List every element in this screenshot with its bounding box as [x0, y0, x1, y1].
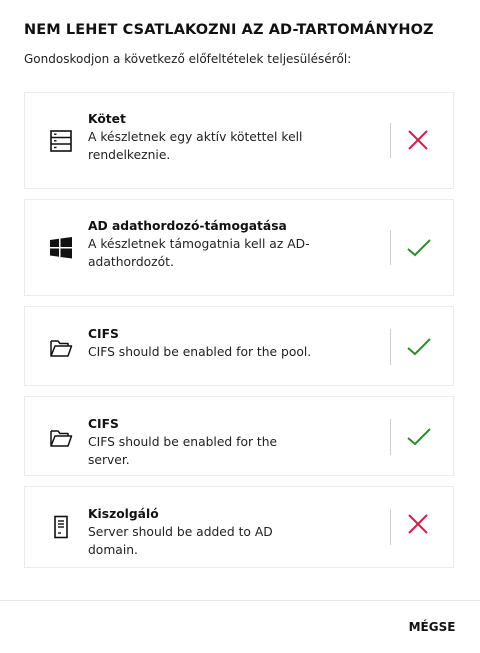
separator: [390, 329, 391, 365]
prerequisite-description: CIFS should be enabled for the pool.: [88, 345, 312, 359]
prerequisite-name: CIFS: [88, 327, 119, 341]
fail-icon: [407, 129, 429, 151]
pass-icon: [407, 336, 431, 358]
pass-icon: [407, 237, 431, 259]
cancel-button[interactable]: MÉGSE: [398, 614, 466, 640]
dialog-title: NEM LEHET CSATLAKOZNI AZ AD-TARTOMÁNYHOZ: [24, 22, 434, 38]
prerequisite-list: Kötet A készletnek egy aktív kötettel ke…: [24, 92, 456, 568]
dialog-subtitle: Gondoskodjon a következő előfeltételek t…: [24, 52, 352, 66]
prerequisite-name: Kötet: [88, 112, 126, 126]
dialog: NEM LEHET CSATLAKOZNI AZ AD-TARTOMÁNYHOZ…: [0, 0, 480, 653]
fail-icon: [407, 513, 429, 535]
server-icon: [49, 515, 73, 539]
prerequisite-description: A készletnek egy aktív kötettel kell ren…: [88, 130, 303, 162]
prerequisite-name: CIFS: [88, 417, 119, 431]
prerequisite-description: A készletnek támogatnia kell az AD-adath…: [88, 237, 310, 269]
separator: [390, 509, 391, 545]
prerequisite-name: AD adathordozó-támogatása: [88, 219, 287, 233]
prerequisite-name: Kiszolgáló: [88, 507, 159, 521]
separator: [390, 419, 391, 455]
volume-icon: [49, 129, 73, 153]
prerequisite-card: Kiszolgáló Server should be added to AD …: [24, 486, 454, 568]
footer-divider: [0, 600, 480, 601]
folder-icon: [49, 426, 73, 450]
prerequisite-card: Kötet A készletnek egy aktív kötettel ke…: [24, 92, 454, 189]
windows-icon: [49, 236, 73, 260]
prerequisite-description: CIFS should be enabled for the server.: [88, 435, 278, 467]
folder-icon: [49, 336, 73, 360]
pass-icon: [407, 426, 431, 448]
prerequisite-card: CIFS CIFS should be enabled for the serv…: [24, 396, 454, 476]
prerequisite-card: CIFS CIFS should be enabled for the pool…: [24, 306, 454, 386]
separator: [390, 123, 391, 158]
prerequisite-card: AD adathordozó-támogatása A készletnek t…: [24, 199, 454, 296]
separator: [390, 230, 391, 265]
prerequisite-description: Server should be added to AD domain.: [88, 525, 273, 557]
